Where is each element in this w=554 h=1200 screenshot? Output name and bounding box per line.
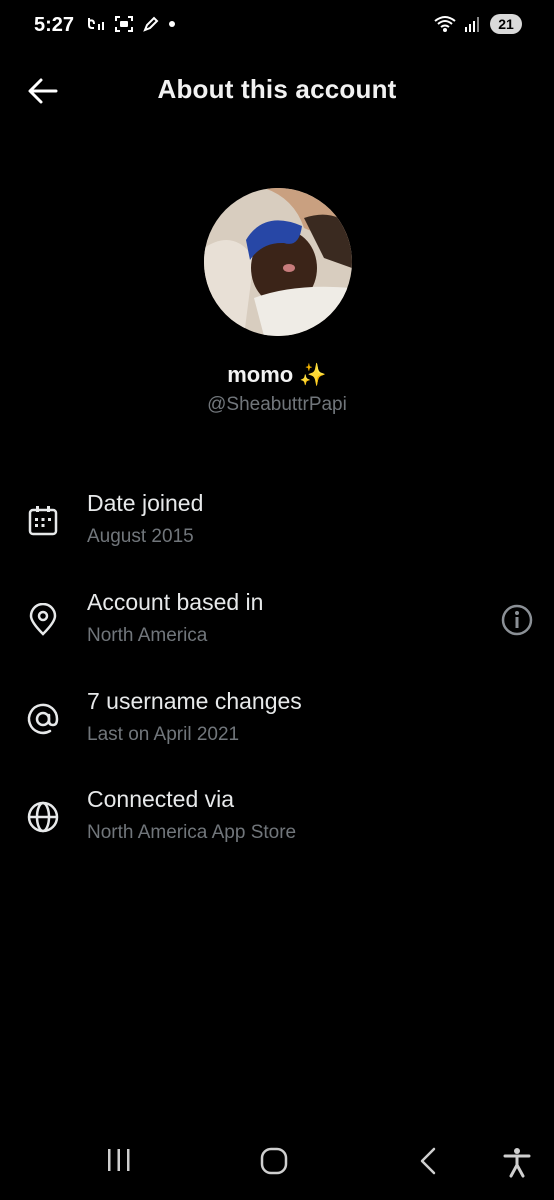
- info-row-connected-via: Connected via North America App Store: [0, 786, 554, 866]
- avatar[interactable]: [204, 188, 352, 336]
- avatar-image: [204, 188, 352, 336]
- status-right-icons: 21: [434, 14, 522, 34]
- row-title: Date joined: [87, 490, 204, 516]
- status-bar: 5:27 21: [0, 0, 554, 56]
- info-button[interactable]: [500, 603, 534, 637]
- home-icon: [260, 1147, 288, 1175]
- row-title: 7 username changes: [87, 688, 302, 714]
- status-left-icons: [86, 15, 176, 33]
- row-subtitle: August 2015: [87, 526, 194, 547]
- home-button[interactable]: [258, 1146, 290, 1181]
- info-icon: [501, 604, 533, 636]
- calendar-icon: [26, 504, 60, 538]
- globe-icon: [26, 800, 60, 834]
- page-title: About this account: [157, 74, 397, 104]
- header: About this account: [0, 56, 554, 126]
- system-nav-bar: [0, 1120, 554, 1200]
- pen-icon: [143, 16, 159, 32]
- screenshot-icon: [115, 16, 133, 32]
- row-title: Connected via: [87, 786, 235, 812]
- info-row-username-changes: 7 username changes Last on April 2021: [0, 688, 554, 768]
- recents-icon: [108, 1149, 130, 1171]
- status-time: 5:27: [34, 14, 75, 36]
- battery-badge: 21: [490, 14, 522, 34]
- row-subtitle: Last on April 2021: [87, 724, 240, 745]
- nav-back-button[interactable]: [414, 1146, 444, 1181]
- recents-button[interactable]: [104, 1146, 134, 1179]
- handle: @SheabuttrPapi: [207, 394, 347, 415]
- accessibility-button[interactable]: [502, 1146, 532, 1183]
- back-icon: [420, 1147, 436, 1175]
- row-title: Account based in: [87, 589, 264, 615]
- wifi-icon: [434, 16, 456, 32]
- display-name: momo ✨: [227, 362, 327, 387]
- signal-icon: [465, 17, 479, 32]
- at-sign-icon: [26, 702, 60, 736]
- accessibility-icon: [503, 1148, 531, 1178]
- dot-icon: [169, 21, 175, 27]
- info-row-date-joined: Date joined August 2015: [0, 490, 554, 570]
- call-forward-icon: [88, 18, 104, 30]
- row-subtitle: North America App Store: [87, 822, 297, 843]
- location-pin-icon: [26, 602, 60, 637]
- row-subtitle: North America: [87, 625, 208, 646]
- info-row-account-based-in: Account based in North America: [0, 589, 554, 669]
